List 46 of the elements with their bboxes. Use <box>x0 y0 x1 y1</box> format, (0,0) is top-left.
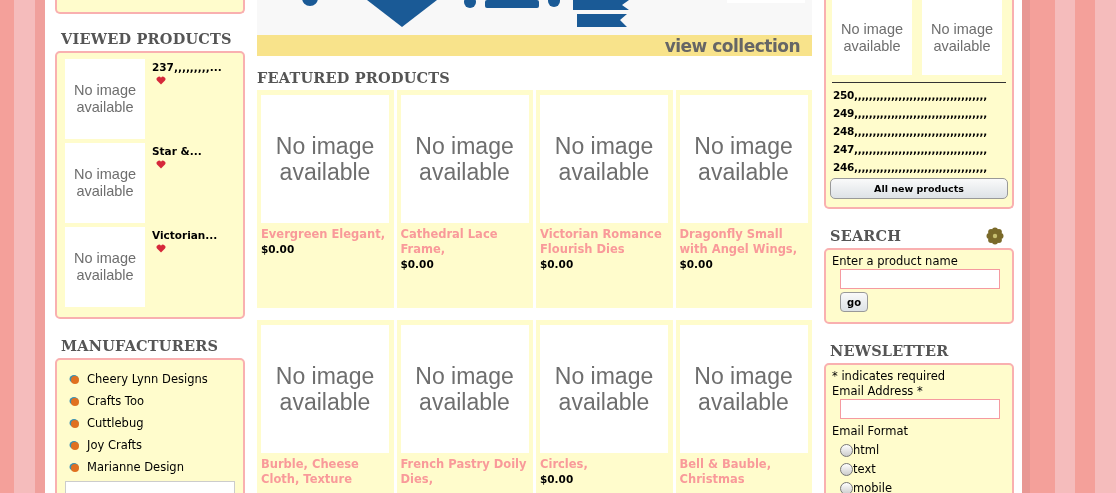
no-image-text: No image available <box>693 132 794 186</box>
view-collection-link[interactable]: view collection <box>664 35 800 56</box>
manufacturer-link[interactable]: Crafts Too <box>69 393 235 410</box>
radio-label: html <box>853 443 880 457</box>
no-image-text: No image available <box>553 132 655 186</box>
manufacturer-link[interactable]: Marianne Design <box>69 459 235 476</box>
no-image-text: No image available <box>929 20 995 55</box>
product-price: $0.00 <box>400 257 435 272</box>
no-image-text: No image available <box>274 132 376 186</box>
product-link[interactable]: Victorian... <box>152 229 218 241</box>
section-heading: FEATURED PRODUCTS <box>257 69 450 87</box>
field-label: Email Address * <box>832 384 924 398</box>
radio-label: mobile <box>853 481 892 493</box>
product-link[interactable]: 249,,,,,,,,,,,,,,,,,,,,,,,,,,,,,,,,,,,, <box>833 104 1008 122</box>
no-image-text: No image available <box>693 362 794 416</box>
product-link[interactable]: 237,,,,,,,,,... <box>152 61 222 73</box>
product-price: $0.00 <box>679 257 714 272</box>
section-heading: VIEWED PRODUCTS <box>61 30 232 48</box>
required-note: * indicates required <box>832 369 947 383</box>
no-image-text: No image available <box>274 362 376 416</box>
manufacturer-link[interactable]: Cuttlebug <box>69 415 235 432</box>
section-heading: MANUFACTURERS <box>61 337 219 355</box>
product-link[interactable]: 248,,,,,,,,,,,,,,,,,,,,,,,,,,,,,,,,,,,, <box>833 122 1008 140</box>
product-price: $0.00 <box>540 472 575 487</box>
all-new-products-button[interactable]: All new products <box>830 178 1008 199</box>
product-price: $0.00 <box>540 257 575 272</box>
radio-label: text <box>853 462 876 476</box>
section-heading: NEWSLETTER <box>830 342 949 360</box>
no-image-text: No image available <box>414 132 515 186</box>
product-link[interactable]: 250,,,,,,,,,,,,,,,,,,,,,,,,,,,,,,,,,,,, <box>833 86 1008 104</box>
field-label: Enter a product name <box>832 254 959 268</box>
no-image-text: No image available <box>414 362 515 416</box>
field-label: Email Format <box>832 424 910 438</box>
product-link[interactable]: Star &... <box>152 145 202 157</box>
section-heading: SEARCH <box>830 227 902 245</box>
product-price: $0.00 <box>261 242 296 257</box>
no-image-text: No image available <box>553 362 655 416</box>
go-button[interactable]: go <box>840 292 869 312</box>
no-image-text: No image available <box>839 20 905 55</box>
no-image-text: No image available <box>72 166 138 200</box>
manufacturer-link[interactable]: Joy Crafts <box>69 437 235 454</box>
no-image-text: No image available <box>72 250 138 284</box>
product-link[interactable]: 247,,,,,,,,,,,,,,,,,,,,,,,,,,,,,,,,,,,, <box>833 140 1008 158</box>
product-link[interactable]: 246,,,,,,,,,,,,,,,,,,,,,,,,,,,,,,,,,,,, <box>833 158 1008 176</box>
manufacturer-link[interactable]: Cheery Lynn Designs <box>69 371 235 388</box>
no-image-text: No image available <box>72 82 138 116</box>
